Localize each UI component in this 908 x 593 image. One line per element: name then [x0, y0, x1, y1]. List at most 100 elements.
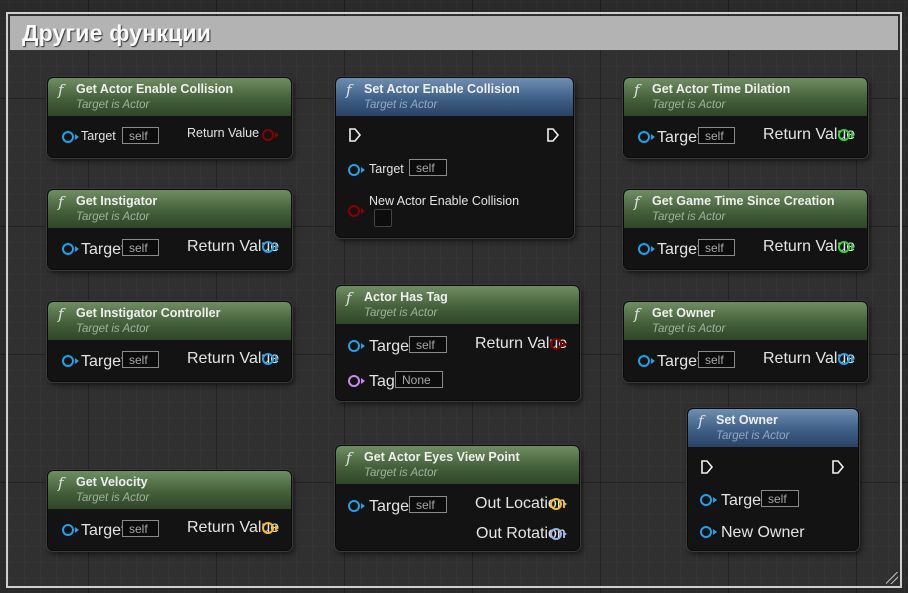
node-title: Get Actor Time Dilation: [652, 82, 791, 96]
node-header[interactable]: f Actor Has Tag Target is Actor: [336, 286, 579, 324]
target-pin-icon[interactable]: [62, 524, 74, 536]
target-self-field[interactable]: self: [409, 336, 447, 353]
node-title: Get Game Time Since Creation: [652, 194, 835, 208]
target-pin-icon[interactable]: [638, 131, 650, 143]
node-title: Actor Has Tag: [364, 290, 448, 304]
comment-title[interactable]: Другие функции: [22, 20, 211, 47]
pin-arrow-icon: [563, 341, 567, 347]
node-title: Get Actor Eyes View Point: [364, 450, 520, 464]
target-self-field[interactable]: self: [761, 490, 799, 507]
node-header[interactable]: f Get Instigator Target is Actor: [48, 190, 291, 228]
node-get-actor-eyes-view-point[interactable]: f Get Actor Eyes View Point Target is Ac…: [335, 445, 580, 551]
node-header[interactable]: f Get Actor Eyes View Point Target is Ac…: [336, 446, 579, 484]
target-self-field[interactable]: self: [698, 239, 735, 256]
node-subtitle: Target is Actor: [716, 430, 790, 442]
node-title: Set Actor Enable Collision: [364, 82, 520, 96]
node-title: Get Velocity: [76, 475, 148, 489]
return-value-pin-icon[interactable]: [262, 241, 274, 253]
target-pin-icon[interactable]: [62, 355, 74, 367]
node-get-owner[interactable]: f Get Owner Target is Actor Target self …: [623, 301, 868, 382]
return-value-pin-icon[interactable]: [262, 522, 274, 534]
tag-name-field[interactable]: None: [395, 371, 443, 388]
function-icon: f: [346, 289, 352, 307]
target-pin-icon[interactable]: [62, 243, 74, 255]
tag-pin-icon[interactable]: [348, 375, 360, 387]
function-icon: f: [58, 474, 64, 492]
new-collision-pin-icon[interactable]: [348, 205, 360, 217]
target-self-field[interactable]: self: [122, 127, 159, 144]
pin-arrow-icon: [563, 531, 567, 537]
node-set-owner[interactable]: f Set Owner Target is Actor Target self …: [687, 408, 859, 551]
return-value-pin-icon[interactable]: [838, 241, 850, 253]
node-actor-has-tag[interactable]: f Actor Has Tag Target is Actor Target s…: [335, 285, 580, 401]
out-location-pin-icon[interactable]: [550, 498, 562, 510]
function-icon: f: [58, 305, 64, 323]
node-subtitle: Target is Actor: [652, 99, 726, 111]
pin-arrow-icon: [851, 132, 855, 138]
node-set-actor-enable-collision[interactable]: f Set Actor Enable Collision Target is A…: [335, 77, 574, 238]
pin-arrow-icon: [361, 503, 365, 509]
target-pin-icon[interactable]: [700, 494, 712, 506]
return-value-pin-icon[interactable]: [838, 129, 850, 141]
exec-out-pin-icon[interactable]: [546, 128, 560, 142]
target-pin-icon[interactable]: [348, 340, 360, 352]
node-header[interactable]: f Get Game Time Since Creation Target is…: [624, 190, 867, 228]
node-get-actor-enable-collision[interactable]: f Get Actor Enable Collision Target is A…: [47, 77, 292, 158]
node-get-instigator-controller[interactable]: f Get Instigator Controller Target is Ac…: [47, 301, 292, 382]
target-self-field[interactable]: self: [409, 496, 447, 513]
pin-arrow-icon: [651, 246, 655, 252]
target-label: Target: [81, 129, 116, 143]
node-header[interactable]: f Get Velocity Target is Actor: [48, 471, 291, 509]
node-header[interactable]: f Set Owner Target is Actor: [688, 409, 858, 447]
pin-arrow-icon: [713, 529, 717, 535]
resize-grip-icon[interactable]: [886, 572, 898, 584]
new-actor-enable-collision-checkbox[interactable]: [374, 209, 392, 227]
return-value-pin-icon[interactable]: [262, 129, 274, 141]
node-get-velocity[interactable]: f Get Velocity Target is Actor Target se…: [47, 470, 292, 551]
target-pin-icon[interactable]: [348, 500, 360, 512]
function-icon: f: [346, 81, 352, 99]
node-title: Get Instigator: [76, 194, 158, 208]
exec-in-pin-icon[interactable]: [348, 128, 362, 142]
node-subtitle: Target is Actor: [364, 467, 438, 479]
pin-arrow-icon: [75, 246, 79, 252]
target-pin-icon[interactable]: [62, 131, 74, 143]
target-pin-icon[interactable]: [638, 243, 650, 255]
node-subtitle: Target is Actor: [76, 99, 150, 111]
return-value-pin-icon[interactable]: [550, 338, 562, 350]
target-label: Target: [657, 353, 702, 370]
pin-arrow-icon: [361, 378, 365, 384]
node-header[interactable]: f Get Actor Enable Collision Target is A…: [48, 78, 291, 116]
node-subtitle: Target is Actor: [76, 323, 150, 335]
new-owner-pin-icon[interactable]: [700, 526, 712, 538]
pin-arrow-icon: [75, 527, 79, 533]
target-self-field[interactable]: self: [698, 127, 735, 144]
function-icon: f: [346, 449, 352, 467]
target-self-field[interactable]: self: [122, 239, 159, 256]
node-get-game-time-since-creation[interactable]: f Get Game Time Since Creation Target is…: [623, 189, 868, 270]
target-self-field[interactable]: self: [409, 159, 447, 176]
node-title: Get Instigator Controller: [76, 306, 221, 320]
node-header[interactable]: f Get Owner Target is Actor: [624, 302, 867, 340]
node-get-instigator[interactable]: f Get Instigator Target is Actor Target …: [47, 189, 292, 270]
node-header[interactable]: f Set Actor Enable Collision Target is A…: [336, 78, 573, 116]
node-subtitle: Target is Actor: [652, 211, 726, 223]
pin-arrow-icon: [75, 358, 79, 364]
exec-in-pin-icon[interactable]: [700, 460, 714, 474]
node-get-actor-time-dilation[interactable]: f Get Actor Time Dilation Target is Acto…: [623, 77, 868, 158]
out-rotation-pin-icon[interactable]: [550, 528, 562, 540]
new-owner-label: New Owner: [721, 524, 805, 541]
target-pin-icon[interactable]: [638, 355, 650, 367]
target-self-field[interactable]: self: [122, 520, 159, 537]
target-pin-icon[interactable]: [348, 164, 360, 176]
target-self-field[interactable]: self: [698, 351, 735, 368]
exec-out-pin-icon[interactable]: [831, 460, 845, 474]
return-value-pin-icon[interactable]: [262, 353, 274, 365]
target-self-field[interactable]: self: [122, 351, 159, 368]
node-header[interactable]: f Get Instigator Controller Target is Ac…: [48, 302, 291, 340]
comment-header[interactable]: Другие функции: [10, 16, 898, 50]
function-icon: f: [58, 193, 64, 211]
return-value-pin-icon[interactable]: [838, 353, 850, 365]
pin-arrow-icon: [713, 497, 717, 503]
node-header[interactable]: f Get Actor Time Dilation Target is Acto…: [624, 78, 867, 116]
